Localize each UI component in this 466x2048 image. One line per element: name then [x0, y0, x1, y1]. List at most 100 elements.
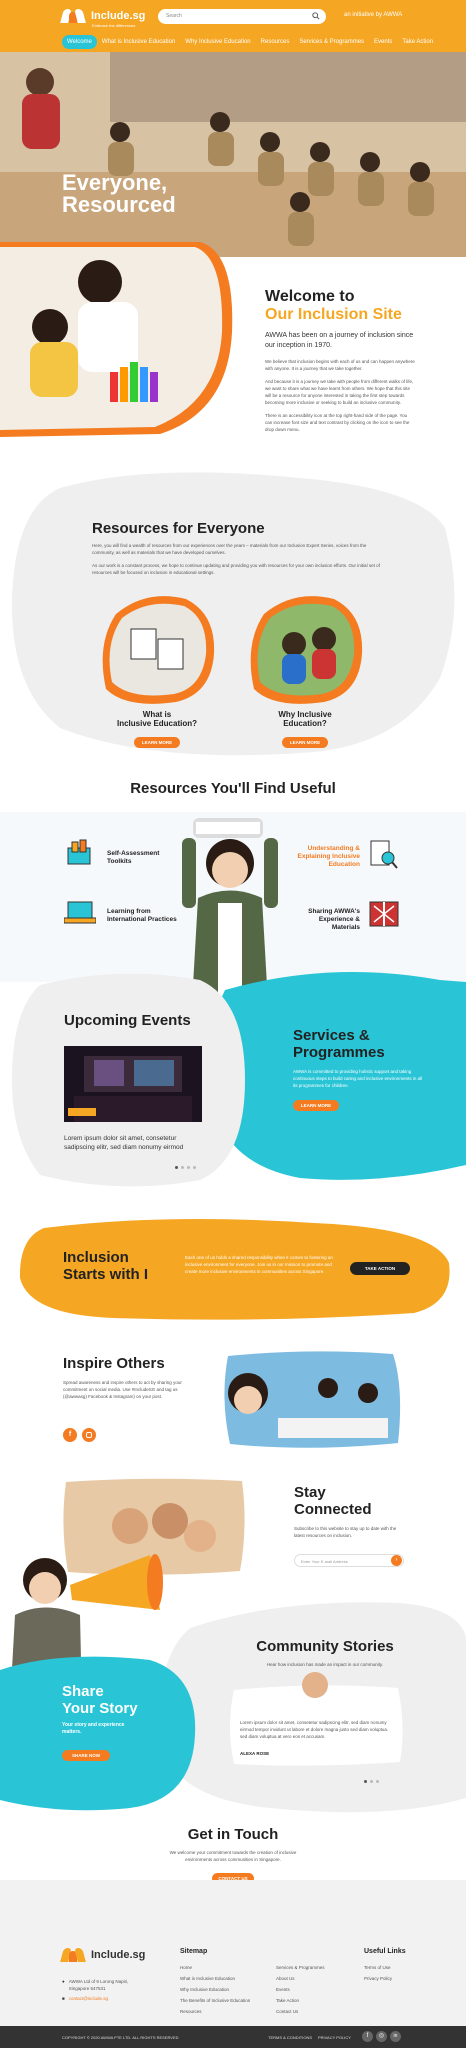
what-is-learn-more-button[interactable]: LEARN MORE [134, 737, 180, 748]
logo-mark-icon [60, 1948, 88, 1962]
carousel-dot[interactable] [370, 1780, 373, 1783]
nav-resources[interactable]: Resources [256, 35, 295, 49]
inspire-image [224, 1351, 401, 1448]
footer-link[interactable]: Home [180, 1965, 250, 1970]
carousel-dot[interactable] [376, 1780, 379, 1783]
services-title: Services & Programmes [293, 1027, 385, 1061]
footer-address: ● AWWA Ltd of 9 Lorong Napiri, Singapore … [62, 1979, 129, 1991]
welcome-paragraph-1: We believe that inclusion begins with ea… [265, 358, 415, 371]
footer-link[interactable]: About Us [276, 1976, 325, 1981]
event-description: Lorem ipsum dolor sit amet, consetetur s… [64, 1135, 184, 1152]
footer-email[interactable]: ■ contact@include.sg [62, 1996, 108, 2001]
resources-paragraph-1: Here, you will find a wealth of resource… [92, 543, 367, 555]
footer-link[interactable]: Events [276, 1987, 325, 1992]
useful-links-title: Useful Links [364, 1948, 406, 1955]
carousel-dot[interactable] [175, 1166, 178, 1169]
footer-link[interactable]: Contact Us [276, 2009, 325, 2014]
inspire-text: Spread awareness and inspire others to a… [63, 1380, 182, 1399]
instagram-icon[interactable]: ◎ [376, 2031, 387, 2042]
footer-link[interactable]: Why Inclusive Education [180, 1987, 250, 1992]
testimonial-name: ALEXA ROSE [240, 1751, 270, 1756]
hero-banner: Everyone, Resourced [0, 52, 466, 257]
nav-take-action[interactable]: Take Action [397, 35, 438, 49]
social-buttons: f [63, 1428, 96, 1442]
take-action-button[interactable]: TAKE ACTION [350, 1262, 410, 1275]
toolkit-icon [67, 839, 91, 865]
privacy-link[interactable]: PRIVACY POLICY [318, 2035, 351, 2040]
sitemap-col-2: Services & Programmes About Us Events Ta… [276, 1965, 325, 2020]
footer-link[interactable]: Take Action [276, 1998, 325, 2003]
welcome-title: Welcome to [265, 288, 355, 305]
footer-link[interactable]: Services & Programmes [276, 1965, 325, 1970]
welcome-paragraph-2: And because it is a journey we take with… [265, 378, 414, 405]
footer-link[interactable]: Terms of Use [364, 1965, 392, 1970]
useful-links: Terms of Use Privacy Policy [364, 1965, 392, 1987]
subscribe-arrow-icon[interactable]: › [391, 1555, 402, 1566]
logo-mark-icon [60, 9, 88, 23]
community-carousel-dots [364, 1780, 379, 1783]
terms-link[interactable]: TERMS & CONDITIONS [268, 2035, 312, 2040]
contact-title: Get in Touch [187, 1826, 279, 1843]
site-header: Include.sg Embrace the differences Searc… [0, 0, 466, 58]
community-title: Community Stories [256, 1638, 394, 1655]
sitemap-title: Sitemap [180, 1948, 208, 1955]
carousel-dot[interactable] [181, 1166, 184, 1169]
footer-link[interactable]: What is Inclusive Education [180, 1976, 250, 1981]
search-input[interactable]: Search [158, 9, 326, 24]
tagline: an initiative by AWWA [344, 12, 403, 18]
why-card-image [250, 596, 363, 704]
logo-text: Include.sg [91, 10, 146, 22]
nav-services[interactable]: Services & Programmes [294, 35, 369, 49]
email-input[interactable]: Enter Your E-mail Address [294, 1554, 404, 1567]
why-card-title: Why Inclusive Education? [278, 710, 332, 729]
instagram-icon[interactable] [82, 1428, 96, 1442]
useful-item-self-assessment[interactable]: Self-Assessment Toolkits [107, 850, 177, 866]
useful-item-sharing[interactable]: Sharing AWWA's Experience & Materials [290, 908, 360, 931]
sitemap-col-1: Home What is Inclusive Education Why Inc… [180, 1965, 250, 2020]
nav-welcome[interactable]: Welcome [62, 35, 97, 49]
copyright-text: COPYRIGHT © 2020 AWWA PTE LTD. ALL RIGHT… [62, 2035, 179, 2040]
resources-paragraph-2: As our work is a constant process, we ho… [92, 562, 380, 575]
what-is-card-image [102, 596, 215, 704]
footer-link[interactable]: Resources [180, 2009, 250, 2014]
nav-what-is[interactable]: What is Inclusive Education [97, 35, 180, 49]
community-subtitle: Hear how inclusion has made an impact in… [266, 1662, 384, 1667]
footer-link[interactable]: Privacy Policy [364, 1976, 392, 1981]
magnifier-document-icon [370, 840, 398, 869]
inspire-title: Inspire Others [63, 1355, 165, 1372]
welcome-section: Welcome to Our Inclusion Site AWWA has b… [265, 288, 415, 434]
mail-icon: ■ [62, 1996, 65, 2001]
resources-title: Resources for Everyone [92, 520, 265, 537]
useful-item-understanding[interactable]: Understanding & Explaining Inclusive Edu… [290, 845, 361, 868]
what-is-card-title: What is Inclusive Education? [116, 710, 197, 729]
linkedin-icon[interactable]: in [390, 2031, 401, 2042]
welcome-image [0, 242, 233, 437]
hero-title: Everyone, Resourced [62, 170, 176, 217]
search-icon[interactable] [312, 12, 320, 20]
nav-events[interactable]: Events [369, 35, 397, 49]
why-learn-more-button[interactable]: LEARN MORE [282, 737, 328, 748]
events-title: Upcoming Events [64, 1012, 191, 1029]
footer-logo-text: Include.sg [91, 1949, 146, 1961]
testimonial-quote: Lorem ipsum dolor sit amet, consetetur s… [240, 1720, 389, 1739]
useful-title: Resources You'll Find Useful [130, 780, 336, 797]
footer-logo[interactable]: Include.sg [60, 1948, 146, 1962]
carousel-dot[interactable] [187, 1166, 190, 1169]
carousel-dot[interactable] [364, 1780, 367, 1783]
contact-text: We welcome your commitment towards the c… [169, 1850, 297, 1862]
welcome-lead: AWWA has been on a journey of inclusion … [265, 332, 414, 349]
logo-subtext: Embrace the differences [92, 23, 136, 28]
facebook-icon[interactable]: f [362, 2031, 373, 2042]
facebook-icon[interactable]: f [63, 1428, 77, 1442]
services-learn-more-button[interactable]: LEARN MORE [293, 1099, 339, 1111]
useful-item-international[interactable]: Learning from International Practices [107, 908, 187, 924]
logo[interactable]: Include.sg Embrace the differences [60, 9, 146, 28]
search-placeholder: Search [166, 13, 182, 19]
location-pin-icon: ● [62, 1979, 65, 1984]
footer-link[interactable]: The Benefits of Inclusive Education [180, 1998, 250, 2003]
carousel-dot[interactable] [193, 1166, 196, 1169]
share-now-button[interactable]: SHARE NOW [62, 1750, 110, 1761]
nav-why[interactable]: Why Inclusive Education [180, 35, 255, 49]
share-title: Share Your Story [62, 1683, 138, 1717]
copyright-bar: COPYRIGHT © 2020 AWWA PTE LTD. ALL RIGHT… [0, 2026, 466, 2048]
